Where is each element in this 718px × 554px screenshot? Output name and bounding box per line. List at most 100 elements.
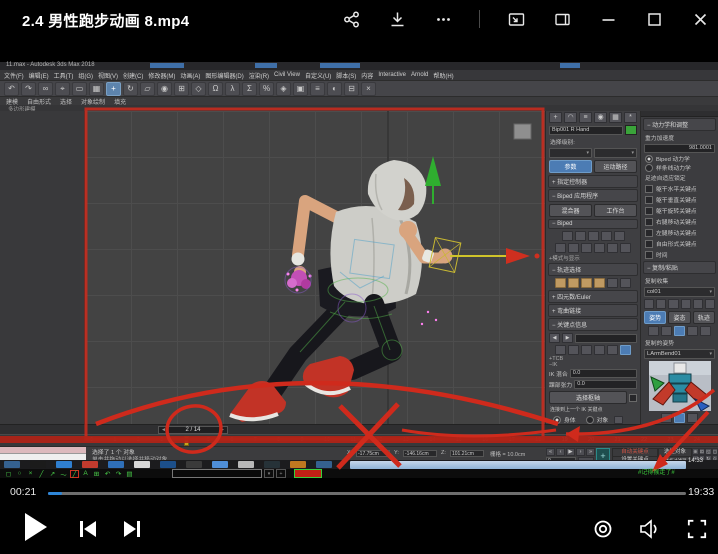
annotation-tool-icon[interactable]: ◻ xyxy=(4,470,13,478)
taskbar-app-icon[interactable] xyxy=(134,461,150,468)
annotation-tool-icon[interactable]: ╱ xyxy=(37,470,46,478)
close-icon[interactable] xyxy=(690,9,710,29)
toolbar-icon[interactable]: ↷ xyxy=(21,82,36,96)
toolbar-icon[interactable]: ≡ xyxy=(310,82,325,96)
mixer-mode-icon[interactable] xyxy=(601,231,612,241)
spline-dynamics-radio[interactable]: 样条线动力学 xyxy=(641,163,718,172)
toolbar-icon[interactable]: ↻ xyxy=(123,82,138,96)
toolbar-icon[interactable]: ▦ xyxy=(89,82,104,96)
set-key-icon[interactable] xyxy=(555,345,566,355)
next-key-icon[interactable]: ▶ xyxy=(562,333,573,343)
biped-save-icon[interactable] xyxy=(568,243,579,253)
panel-tab-icon[interactable]: * xyxy=(624,112,637,123)
selection-dropdown-2[interactable]: ▾ xyxy=(594,148,637,158)
menu-item[interactable]: 渲染(R) xyxy=(249,71,269,80)
toolbar-icon[interactable]: ∞ xyxy=(38,82,53,96)
footstep-mode-icon[interactable] xyxy=(575,231,586,241)
biped-tool-icon[interactable] xyxy=(620,243,631,253)
annotation-tool-icon[interactable]: 〜 xyxy=(59,470,68,478)
modes-display-divider[interactable]: +模式与显示 xyxy=(546,254,640,262)
annotation-tool-icon[interactable]: A xyxy=(81,470,90,478)
fullscreen-icon[interactable] xyxy=(687,519,707,539)
biped-dynamics-radio[interactable]: Biped 动力学 xyxy=(641,154,718,163)
toolbar-icon[interactable]: Ω xyxy=(208,82,223,96)
frame-number-box[interactable]: ◄ 2 / 14 ► xyxy=(158,426,228,434)
time-slider-marker[interactable] xyxy=(184,436,189,446)
panel-tab-icon[interactable]: ◉ xyxy=(594,112,607,123)
more-menu-icon[interactable] xyxy=(433,9,453,29)
body-vertical-icon[interactable] xyxy=(568,278,579,288)
previous-frame-arrow[interactable]: ◄ xyxy=(161,427,166,433)
play-button[interactable] xyxy=(24,512,48,542)
rollout-biped-apps[interactable]: − Biped 应用程序 xyxy=(548,189,638,202)
biped-load-icon[interactable] xyxy=(555,243,566,253)
mini-player-icon[interactable] xyxy=(506,9,526,29)
body-space-radio[interactable]: 身体 xyxy=(549,415,580,424)
biped-move-all-icon[interactable] xyxy=(594,243,605,253)
parameters-button[interactable]: 参数 xyxy=(549,160,592,173)
menu-item[interactable]: 编辑(E) xyxy=(29,71,49,80)
taskbar-app-icon[interactable] xyxy=(160,461,176,468)
ankle-tension-field[interactable]: 0.0 xyxy=(574,380,637,389)
rollout-quaternion-euler[interactable]: + 四元数/Euler xyxy=(548,290,638,303)
annotation-tool-icon[interactable]: ↶ xyxy=(103,470,112,478)
adaption-checkbox[interactable]: 时间 xyxy=(641,249,718,260)
taskbar-app-icon[interactable] xyxy=(4,461,20,468)
annotation-tool-icon[interactable]: × xyxy=(26,470,35,478)
pivot-checkbox[interactable] xyxy=(629,394,637,402)
set-free-key-icon[interactable] xyxy=(607,345,618,355)
menu-item[interactable]: 帮助(H) xyxy=(433,71,453,80)
copy-mode-button[interactable]: 轨迹 xyxy=(693,311,715,324)
video-frame[interactable]: 11.max - Autodesk 3ds Max 2018 文件(F)编辑(E… xyxy=(0,62,718,478)
adaption-checkbox[interactable]: 自由形式关键点 xyxy=(641,238,718,249)
playback-button[interactable]: ‹ xyxy=(556,448,565,456)
biped-mode-icon[interactable] xyxy=(614,231,625,241)
toolbar-icon[interactable]: ◐ xyxy=(327,82,342,96)
adaption-checkbox[interactable]: 左腿移动关键点 xyxy=(641,227,718,238)
next-video-button[interactable] xyxy=(122,519,142,539)
perspective-viewport[interactable] xyxy=(85,111,545,424)
annotation-tool-icon[interactable]: ╱ xyxy=(70,470,79,478)
annotation-tool-icon[interactable]: ▤ xyxy=(125,470,134,478)
taskbar-app-icon[interactable] xyxy=(108,461,124,468)
menu-item[interactable]: 动画(A) xyxy=(180,71,200,80)
rollout-dynamics[interactable]: − 动力学和调整 xyxy=(643,118,716,131)
maximize-icon[interactable] xyxy=(644,9,664,29)
taskbar-app-icon[interactable] xyxy=(238,461,254,468)
annotation-tool-icon[interactable]: ↷ xyxy=(114,470,123,478)
mixer-button[interactable]: 混合器 xyxy=(549,204,592,217)
taskbar-app-icon[interactable] xyxy=(316,461,332,468)
panel-tab-icon[interactable]: + xyxy=(549,112,562,123)
next-frame-arrow[interactable]: ► xyxy=(220,427,225,433)
delete-all-postures-icon[interactable] xyxy=(700,326,711,336)
menu-item[interactable]: 创建(C) xyxy=(123,71,143,80)
figure-mode-icon[interactable] xyxy=(562,231,573,241)
object-name-field[interactable]: Bip001 R Hand xyxy=(549,126,623,135)
viewport-nav-icon[interactable]: ▢ xyxy=(712,448,718,455)
toolbar-icon[interactable]: ⌖ xyxy=(55,82,70,96)
gravity-field[interactable]: 981.0001 xyxy=(644,144,715,153)
annotation-tool-icon[interactable]: ⊞ xyxy=(92,470,101,478)
toolbar-icon[interactable]: ⊟ xyxy=(344,82,359,96)
menu-item[interactable]: Arnold xyxy=(411,72,428,78)
copy-posture-icon[interactable] xyxy=(648,326,659,336)
set-sliding-key-icon[interactable] xyxy=(594,345,605,355)
preview-camera-icon[interactable] xyxy=(674,413,685,423)
playback-button[interactable]: « xyxy=(546,448,555,456)
copied-pose-dropdown[interactable]: LArmBend01▾ xyxy=(644,349,715,359)
motion-flow-mode-icon[interactable] xyxy=(588,231,599,241)
copy-mode-button[interactable]: 姿态 xyxy=(668,311,690,324)
selection-dropdown[interactable]: ▾ xyxy=(549,148,592,158)
menu-item[interactable]: 自定义(U) xyxy=(305,71,331,80)
ik-blend-field[interactable]: 0.0 xyxy=(570,369,637,378)
float-panel-header[interactable] xyxy=(641,111,718,117)
taskbar-app-icon[interactable] xyxy=(212,461,228,468)
wrench-icon[interactable] xyxy=(614,416,623,424)
toolbar-icon[interactable]: ▣ xyxy=(293,82,308,96)
record-target-icon[interactable] xyxy=(593,519,613,539)
motion-paths-button[interactable]: 运动路径 xyxy=(594,160,637,173)
rollout-biped[interactable]: − Biped xyxy=(548,219,638,229)
playback-button[interactable]: ▶ xyxy=(566,448,575,456)
new-collection-icon[interactable] xyxy=(644,299,654,309)
menu-item[interactable]: 内容 xyxy=(361,71,373,80)
